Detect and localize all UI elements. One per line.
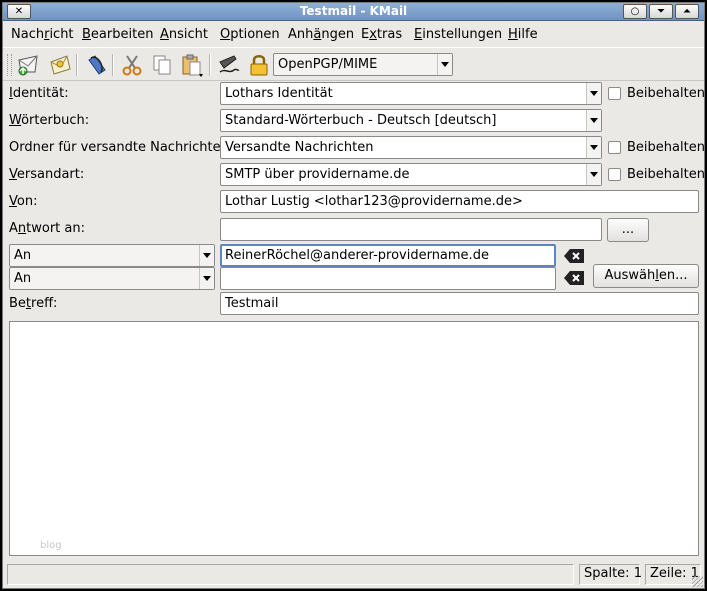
dictionary-select[interactable]: Standard-Wörterbuch - Deutsch [deutsch] [220,109,602,132]
recipient-type-select-1[interactable]: An [9,244,215,267]
menu-optionen[interactable]: Optionen [220,27,280,42]
kmail-composer-window: ✕ Testmail - KMail ○ ⏷ ⏶ Nachricht Bearb… [2,2,705,589]
toolbar-separator [112,54,114,76]
menu-nachricht[interactable]: Nachricht [11,27,74,42]
transport-keep-checkbox[interactable] [608,168,621,181]
recipient-type-value-1: An [14,248,32,263]
toolbar-separator [76,54,78,76]
status-column: Spalte: 1 [579,564,642,585]
chevron-down-icon [437,54,452,75]
sticky-button[interactable]: ○ [623,4,647,19]
chevron-down-icon [199,268,214,289]
menu-ansicht[interactable]: Ansicht [160,27,208,42]
dictionary-value: Standard-Wörterbuch - Deutsch [deutsch] [225,113,497,128]
subject-label: Betreff: [9,296,58,311]
reply-to-browse-button[interactable]: ... [607,218,649,242]
crypto-format-select[interactable]: OpenPGP/MIME [273,53,453,76]
paste-icon [182,54,203,77]
transport-value: SMTP über providername.de [225,167,410,182]
copy-button[interactable] [149,52,175,78]
cut-button[interactable] [119,52,145,78]
crypto-format-value: OpenPGP/MIME [278,57,378,72]
sign-button[interactable] [216,52,242,78]
encrypt-lock-icon [250,55,268,76]
subject-value: Testmail [225,296,279,311]
identity-select[interactable]: Lothars Identität [220,82,602,105]
menu-extras[interactable]: Extras [361,27,402,42]
clear-text-icon [564,249,584,263]
title-bar[interactable]: ✕ Testmail - KMail ○ ⏷ ⏶ [3,3,704,21]
minimize-button[interactable]: ⏷ [649,4,673,19]
clear-text-icon [564,271,584,285]
reply-to-label: Antwort an: [9,221,85,236]
sent-folder-keep-label: Beibehalten [627,140,705,155]
maximize-icon: ⏶ [683,6,691,17]
sent-folder-label: Ordner für versandte Nachrichten: [9,140,234,155]
watermark-text: blog [40,540,62,551]
encrypt-button[interactable] [246,52,272,78]
toolbar-handle[interactable] [7,54,12,76]
sign-icon [219,55,240,73]
clear-recipient-button-2[interactable] [563,270,585,286]
status-message [7,564,574,585]
queue-mail-icon [50,55,71,75]
recipient-type-value-2: An [14,271,32,286]
from-input[interactable]: Lothar Lustig <lothar123@providername.de… [220,190,699,213]
chevron-down-icon [586,137,601,158]
recipient-type-select-2[interactable]: An [9,267,215,290]
dictionary-label: Wörterbuch: [9,113,90,128]
chevron-down-icon [586,110,601,131]
send-mail-button[interactable] [15,52,41,78]
clear-recipient-button-1[interactable] [563,248,585,264]
queue-mail-button[interactable] [47,52,73,78]
identity-label: Identität: [9,86,69,101]
identity-value: Lothars Identität [225,86,333,101]
cut-icon [122,55,142,76]
message-body-editor[interactable]: blog [9,321,699,556]
recipient-value-1: ReinerRöchel@anderer-providername.de [225,248,489,263]
window-title: Testmail - KMail [299,4,408,18]
chevron-down-icon [586,164,601,185]
sent-folder-value: Versandte Nachrichten [225,140,374,155]
toolbar-separator [209,54,211,76]
attach-icon [88,55,106,75]
main-toolbar: OpenPGP/MIME [3,47,704,81]
recipient-input-1[interactable]: ReinerRöchel@anderer-providername.de [220,244,556,267]
chevron-down-icon [586,83,601,104]
menu-anhaengen[interactable]: Anhängen [288,27,354,42]
from-value: Lothar Lustig <lothar123@providername.de… [225,194,523,209]
menu-hilfe[interactable]: Hilfe [508,27,538,42]
menu-bearbeiten[interactable]: Bearbeiten [82,27,153,42]
subject-input[interactable]: Testmail [220,292,699,315]
reply-to-input[interactable] [220,218,602,241]
identity-keep-label: Beibehalten [627,86,705,101]
status-bar: Spalte: 1 Zeile: 1 [3,562,704,588]
menu-bar: Nachricht Bearbeiten Ansicht Optionen An… [3,22,704,46]
recipient-input-2[interactable] [220,267,556,290]
attach-button[interactable] [83,52,109,78]
identity-keep-checkbox[interactable] [608,87,621,100]
select-recipients-button[interactable]: Auswählen... [593,264,699,288]
minimize-icon: ⏷ [657,6,665,17]
transport-label: Versandart: [9,167,85,182]
transport-select[interactable]: SMTP über providername.de [220,163,602,186]
from-label: Von: [9,194,38,209]
sent-folder-keep-checkbox[interactable] [608,141,621,154]
sticky-icon: ○ [630,6,640,17]
send-mail-icon [18,55,38,76]
chevron-down-icon [199,245,214,266]
resize-grip-icon[interactable] [692,576,703,587]
maximize-button[interactable]: ⏶ [675,4,699,19]
sent-folder-select[interactable]: Versandte Nachrichten [220,136,602,159]
paste-button[interactable] [179,52,205,78]
menu-einstellungen[interactable]: Einstellungen [414,27,502,42]
transport-keep-label: Beibehalten [627,167,705,182]
copy-icon [153,55,171,75]
